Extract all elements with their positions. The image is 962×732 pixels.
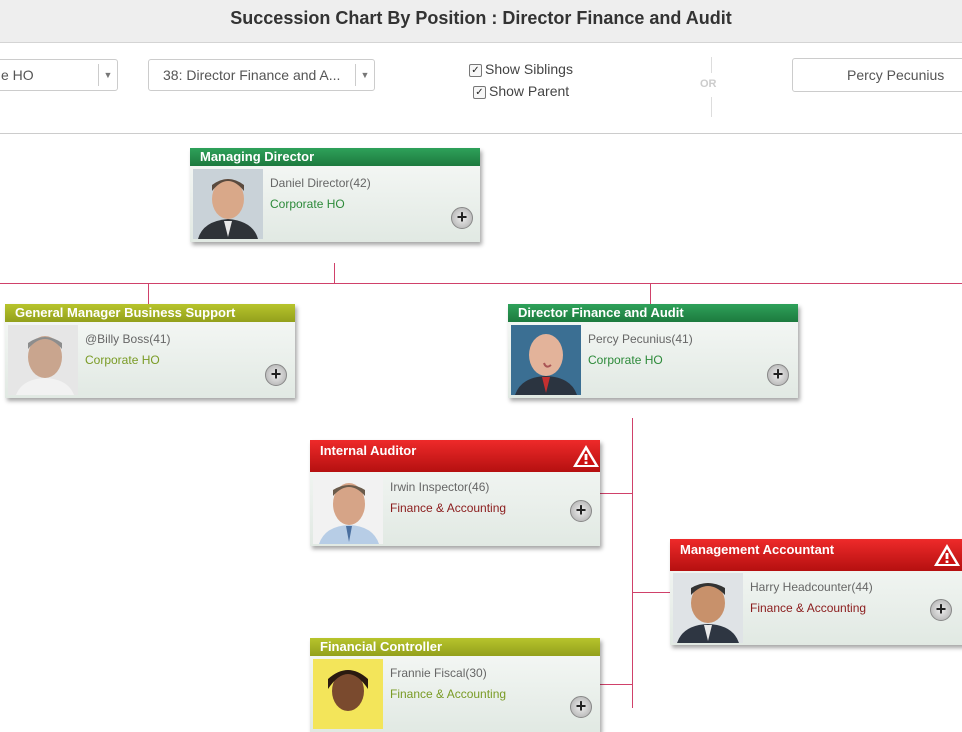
location-select-value: e HO [1,67,34,83]
position-title: General Manager Business Support [5,304,295,322]
show-siblings-checkbox[interactable]: ✓ Show Siblings [469,61,573,77]
avatar [313,659,383,729]
warning-triangle-icon [573,445,599,467]
position-card-financial-controller[interactable]: Financial Controller Frannie Fiscal(30) … [310,638,600,732]
plus-icon[interactable]: + [570,500,592,522]
checkbox-checked-icon[interactable]: ✓ [469,64,482,77]
plus-icon[interactable]: + [930,599,952,621]
divider [711,97,712,117]
plus-icon[interactable]: + [570,696,592,718]
employee-name: Percy Pecunius(41) [588,332,693,346]
department: Corporate HO [588,353,663,367]
connector-line [0,283,962,284]
connector-line [600,493,632,494]
divider [711,57,712,73]
position-card-management-accountant[interactable]: Management Accountant Harry Headcounter(… [670,539,962,645]
show-parent-label: Show Parent [489,83,570,99]
position-card-internal-auditor[interactable]: Internal Auditor Irwin Inspector(46) Fin… [310,440,600,546]
title-bar: Succession Chart By Position : Director … [0,0,962,43]
connector-line [650,283,651,304]
position-title: Director Finance and Audit [508,304,798,322]
employee-name: Irwin Inspector(46) [390,480,490,494]
position-card-director-finance-audit[interactable]: Director Finance and Audit Percy Pecuniu… [508,304,798,398]
department: Finance & Accounting [750,601,867,615]
chevron-down-icon[interactable]: ▼ [355,64,374,86]
position-title: Management Accountant [670,539,962,571]
avatar [313,474,383,544]
connector-line [334,263,335,283]
employee-name: Harry Headcounter(44) [750,580,873,594]
show-siblings-label: Show Siblings [485,61,573,77]
checkbox-checked-icon[interactable]: ✓ [473,86,486,99]
show-parent-checkbox[interactable]: ✓ Show Parent [473,83,569,99]
position-title: Financial Controller [310,638,600,656]
department: Finance & Accounting [390,687,507,701]
plus-icon[interactable]: + [451,207,473,229]
plus-icon[interactable]: + [767,364,789,386]
avatar [673,573,743,643]
chevron-down-icon[interactable]: ▼ [98,64,117,86]
connector-line [148,283,149,304]
location-select[interactable]: e HO ▼ [0,59,118,91]
employee-name: Daniel Director(42) [270,176,371,190]
connector-line [632,592,670,593]
avatar [8,325,78,395]
connector-line [600,684,632,685]
employee-name: Frannie Fiscal(30) [390,666,487,680]
page-title: Succession Chart By Position : Director … [230,8,732,28]
avatar [193,169,263,239]
connector-line [632,418,633,708]
position-card-gm-business-support[interactable]: General Manager Business Support @Billy … [5,304,295,398]
filter-toolbar: e HO ▼ 38: Director Finance and A... ▼ ✓… [0,43,962,134]
department: Corporate HO [85,353,160,367]
warning-triangle-icon [934,544,960,566]
position-card-managing-director[interactable]: Managing Director Daniel Director(42) Co… [190,148,480,242]
person-search-field[interactable]: Percy Pecunius [792,58,962,92]
position-title: Managing Director [190,148,480,166]
plus-icon[interactable]: + [265,364,287,386]
employee-name: @Billy Boss(41) [85,332,171,346]
department: Corporate HO [270,197,345,211]
position-title: Internal Auditor [310,440,600,472]
position-select[interactable]: 38: Director Finance and A... ▼ [148,59,375,91]
or-label: OR [700,78,717,90]
avatar [511,325,581,395]
department: Finance & Accounting [390,501,507,515]
position-select-value: 38: Director Finance and A... [163,67,341,83]
